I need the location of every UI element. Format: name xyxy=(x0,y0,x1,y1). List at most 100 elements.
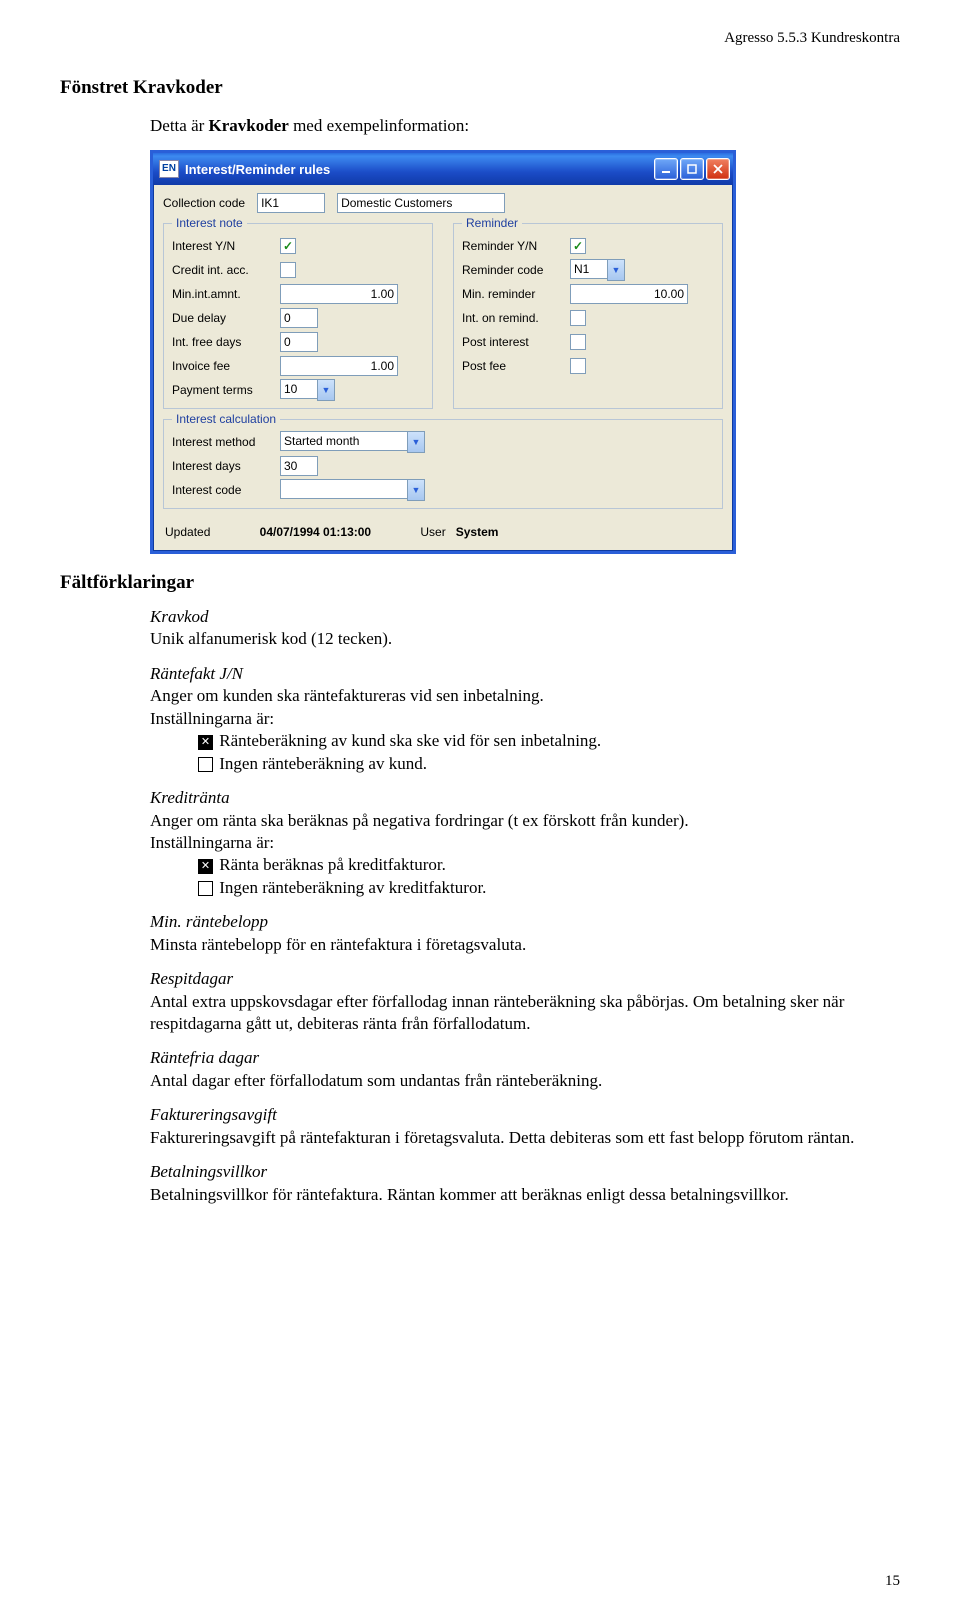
chevron-down-icon: ▼ xyxy=(407,479,425,501)
updated-label: Updated xyxy=(165,525,210,539)
term-respitdagar: Respitdagar xyxy=(150,968,900,990)
opt-kredit-off-text: Ingen ränteberäkning av kreditfakturor. xyxy=(219,878,486,897)
desc-kravkod: Unik alfanumerisk kod (12 tecken). xyxy=(150,628,900,650)
term-kreditranta: Kreditränta xyxy=(150,787,900,809)
opt-kredit-on-text: Ränta beräknas på kreditfakturor. xyxy=(219,855,446,874)
page-number: 15 xyxy=(885,1573,900,1590)
interest-code-combo[interactable]: ▼ xyxy=(280,479,425,501)
reminder-code-combo[interactable]: N1 ▼ xyxy=(570,259,625,281)
desc-respitdagar: Antal extra uppskovsdagar efter förfallo… xyxy=(150,991,900,1036)
settings-label-1: Inställningarna är: xyxy=(150,708,900,730)
interest-code-value xyxy=(280,479,407,499)
window-title: Interest/Reminder rules xyxy=(185,162,652,177)
interest-method-label: Interest method xyxy=(172,435,280,449)
collection-code-input[interactable]: IK1 xyxy=(257,193,325,213)
updated-value: 04/07/1994 01:13:00 xyxy=(220,525,410,539)
term-rantefakt-jn: Räntefakt J/N xyxy=(150,663,900,685)
opt-rantjn-on-text: Ränteberäkning av kund ska ske vid för s… xyxy=(219,731,601,750)
titlebar[interactable]: EN Interest/Reminder rules xyxy=(153,153,733,185)
maximize-icon xyxy=(687,164,697,174)
group-reminder-legend: Reminder xyxy=(462,216,522,230)
reminder-code-label: Reminder code xyxy=(462,263,570,277)
collection-code-label: Collection code xyxy=(163,196,245,210)
chevron-down-icon: ▼ xyxy=(317,379,335,401)
opt-kredit-off: Ingen ränteberäkning av kreditfakturor. xyxy=(198,877,900,899)
interest-yn-checkbox[interactable] xyxy=(280,238,296,254)
min-reminder-input[interactable]: 10.00 xyxy=(570,284,688,304)
desc-rantefakt-jn: Anger om kunden ska räntefaktureras vid … xyxy=(150,685,900,707)
min-int-amnt-label: Min.int.amnt. xyxy=(172,287,280,301)
opt-kredit-on: ✕ Ränta beräknas på kreditfakturor. xyxy=(198,854,900,876)
post-fee-label: Post fee xyxy=(462,359,570,373)
section-title: Fönstret Kravkoder xyxy=(60,77,900,99)
opt-rantjn-off-text: Ingen ränteberäkning av kund. xyxy=(219,754,427,773)
reminder-yn-checkbox[interactable] xyxy=(570,238,586,254)
term-faktureringsavgift: Faktureringsavgift xyxy=(150,1104,900,1126)
unchecked-box-icon xyxy=(198,881,213,896)
term-betalningsvillkor: Betalningsvillkor xyxy=(150,1161,900,1183)
desc-kreditranta: Anger om ränta ska beräknas på negativa … xyxy=(150,810,900,832)
settings-label-2: Inställningarna är: xyxy=(150,832,900,854)
invoice-fee-label: Invoice fee xyxy=(172,359,280,373)
chevron-down-icon: ▼ xyxy=(607,259,625,281)
invoice-fee-input[interactable]: 1.00 xyxy=(280,356,398,376)
dialog-window: EN Interest/Reminder rules Collection co… xyxy=(150,150,736,554)
credit-int-acc-label: Credit int. acc. xyxy=(172,263,280,277)
reminder-yn-label: Reminder Y/N xyxy=(462,239,570,253)
minimize-icon xyxy=(661,164,671,174)
unchecked-box-icon xyxy=(198,757,213,772)
user-label: User xyxy=(420,525,445,539)
status-row: Updated 04/07/1994 01:13:00 User System xyxy=(163,519,723,541)
running-header: Agresso 5.5.3 Kundreskontra xyxy=(60,30,900,47)
interest-days-label: Interest days xyxy=(172,459,280,473)
window-badge: EN xyxy=(159,160,179,178)
credit-int-acc-checkbox[interactable] xyxy=(280,262,296,278)
desc-rantefria-dagar: Antal dagar efter förfallodatum som unda… xyxy=(150,1070,900,1092)
group-interest-legend: Interest note xyxy=(172,216,247,230)
term-kravkod: Kravkod xyxy=(150,606,900,628)
int-on-remind-checkbox[interactable] xyxy=(570,310,586,326)
interest-yn-label: Interest Y/N xyxy=(172,239,280,253)
interest-code-label: Interest code xyxy=(172,483,280,497)
term-min-rantebelopp: Min. räntebelopp xyxy=(150,911,900,933)
reminder-code-value: N1 xyxy=(570,259,607,279)
post-fee-checkbox[interactable] xyxy=(570,358,586,374)
minimize-button[interactable] xyxy=(654,158,678,180)
int-free-days-input[interactable]: 0 xyxy=(280,332,318,352)
post-interest-label: Post interest xyxy=(462,335,570,349)
user-value: System xyxy=(456,525,499,539)
group-calc-legend: Interest calculation xyxy=(172,412,280,426)
post-interest-checkbox[interactable] xyxy=(570,334,586,350)
close-button[interactable] xyxy=(706,158,730,180)
desc-betalningsvillkor: Betalningsvillkor för räntefaktura. Ränt… xyxy=(150,1184,900,1206)
desc-min-rantebelopp: Minsta räntebelopp för en räntefaktura i… xyxy=(150,934,900,956)
interest-days-input[interactable]: 30 xyxy=(280,456,318,476)
checked-box-icon: ✕ xyxy=(198,859,213,874)
term-rantefria-dagar: Räntefria dagar xyxy=(150,1047,900,1069)
checked-box-icon: ✕ xyxy=(198,735,213,750)
group-reminder: Reminder Reminder Y/N Reminder code N1 ▼… xyxy=(453,223,723,409)
explain-title: Fältförklaringar xyxy=(60,572,900,594)
desc-faktureringsavgift: Faktureringsavgift på räntefakturan i fö… xyxy=(150,1127,900,1149)
field-explanations: Kravkod Unik alfanumerisk kod (12 tecken… xyxy=(150,606,900,1206)
min-int-amnt-input[interactable]: 1.00 xyxy=(280,284,398,304)
due-delay-input[interactable]: 0 xyxy=(280,308,318,328)
payment-terms-value: 10 xyxy=(280,379,317,399)
group-interest-note: Interest note Interest Y/N Credit int. a… xyxy=(163,223,433,409)
interest-method-combo[interactable]: Started month ▼ xyxy=(280,431,425,453)
group-interest-calculation: Interest calculation Interest method Sta… xyxy=(163,419,723,509)
opt-rantjn-off: Ingen ränteberäkning av kund. xyxy=(198,753,900,775)
collection-name-input[interactable]: Domestic Customers xyxy=(337,193,505,213)
int-free-days-label: Int. free days xyxy=(172,335,280,349)
payment-terms-combo[interactable]: 10 ▼ xyxy=(280,379,335,401)
opt-rantjn-on: ✕ Ränteberäkning av kund ska ske vid för… xyxy=(198,730,900,752)
intro-line: Detta är Kravkoder med exempelinformatio… xyxy=(150,116,900,136)
interest-method-value: Started month xyxy=(280,431,407,451)
intro-suffix: med exempelinformation: xyxy=(289,116,469,135)
intro-bold: Kravkoder xyxy=(209,116,289,135)
min-reminder-label: Min. reminder xyxy=(462,287,570,301)
maximize-button[interactable] xyxy=(680,158,704,180)
due-delay-label: Due delay xyxy=(172,311,280,325)
payment-terms-label: Payment terms xyxy=(172,383,280,397)
int-on-remind-label: Int. on remind. xyxy=(462,311,570,325)
